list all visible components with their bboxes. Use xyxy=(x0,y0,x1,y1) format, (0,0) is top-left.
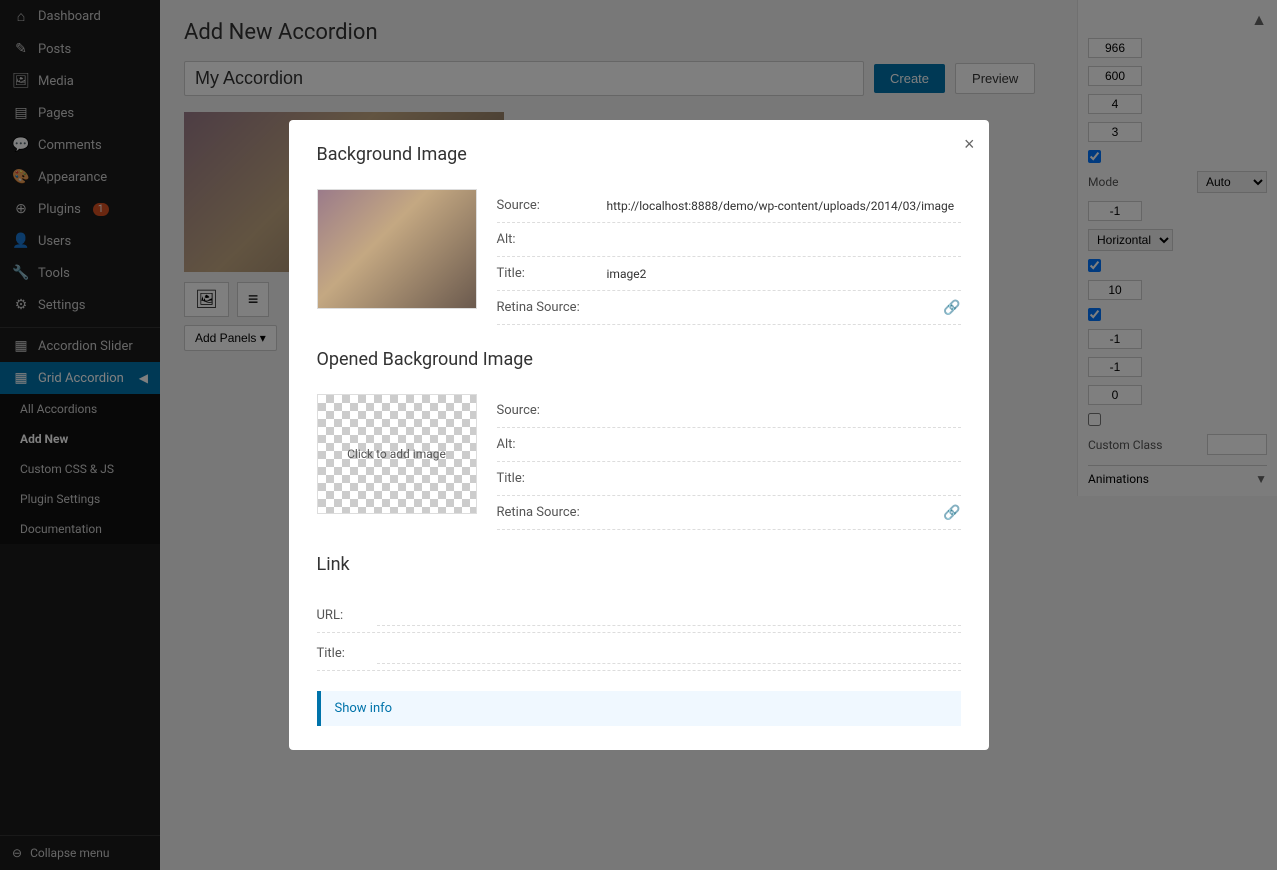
link-title-label: Title: xyxy=(317,646,377,661)
link-title-field: Title: xyxy=(317,637,961,671)
show-info-link[interactable]: Show info xyxy=(335,701,393,716)
link-url-field: URL: xyxy=(317,599,961,633)
opened-alt-field: Alt: xyxy=(497,428,961,462)
opened-alt-label: Alt: xyxy=(497,437,607,452)
click-to-add-label: Click to add image xyxy=(347,447,446,461)
bg-alt-field: Alt: xyxy=(497,223,961,257)
opened-title-label: Title: xyxy=(497,471,607,486)
bg-image-title: Background Image xyxy=(317,144,961,173)
opened-bg-image-section: Opened Background Image Click to add ima… xyxy=(317,349,961,530)
opened-retina-link-icon: 🔗 xyxy=(943,505,960,521)
bg-title-field: Title: image2 xyxy=(497,257,961,291)
opened-bg-title: Opened Background Image xyxy=(317,349,961,378)
opened-bg-image-fields: Source: Alt: Title: Retina Source: xyxy=(497,394,961,530)
bg-image-fields: Source: http://localhost:8888/demo/wp-co… xyxy=(497,189,961,325)
opened-source-label: Source: xyxy=(497,403,607,418)
bg-retina-field: Retina Source: 🔗 xyxy=(497,291,961,325)
opened-bg-image-row: Click to add image Source: Alt: Title: xyxy=(317,394,961,530)
link-url-value xyxy=(377,606,961,626)
retina-link-icon: 🔗 xyxy=(943,300,960,316)
opened-bg-image-thumb[interactable]: Click to add image xyxy=(317,394,477,514)
link-section: Link URL: Title: xyxy=(317,554,961,671)
bg-title-label: Title: xyxy=(497,266,607,281)
opened-retina-field: Retina Source: 🔗 xyxy=(497,496,961,530)
bg-image-preview xyxy=(318,190,476,308)
bg-title-value: image2 xyxy=(607,267,961,281)
bg-alt-label: Alt: xyxy=(497,232,607,247)
bg-image-row: Source: http://localhost:8888/demo/wp-co… xyxy=(317,189,961,325)
show-info-box: Show info xyxy=(317,691,961,726)
bg-retina-label: Retina Source: xyxy=(497,300,607,315)
background-image-section: Background Image Source: http://localhos… xyxy=(317,144,961,325)
modal-overlay[interactable]: × Background Image Source: http://localh… xyxy=(0,0,1277,870)
bg-source-value: http://localhost:8888/demo/wp-content/up… xyxy=(607,199,961,213)
link-title-value xyxy=(377,644,961,664)
link-url-label: URL: xyxy=(317,608,377,623)
opened-source-field: Source: xyxy=(497,394,961,428)
bg-source-label: Source: xyxy=(497,198,607,213)
bg-image-thumb[interactable] xyxy=(317,189,477,309)
modal-close-button[interactable]: × xyxy=(964,134,975,155)
link-title: Link xyxy=(317,554,961,583)
opened-title-field: Title: xyxy=(497,462,961,496)
bg-source-field: Source: http://localhost:8888/demo/wp-co… xyxy=(497,189,961,223)
opened-retina-label: Retina Source: xyxy=(497,505,607,520)
modal-dialog: × Background Image Source: http://localh… xyxy=(289,120,989,750)
